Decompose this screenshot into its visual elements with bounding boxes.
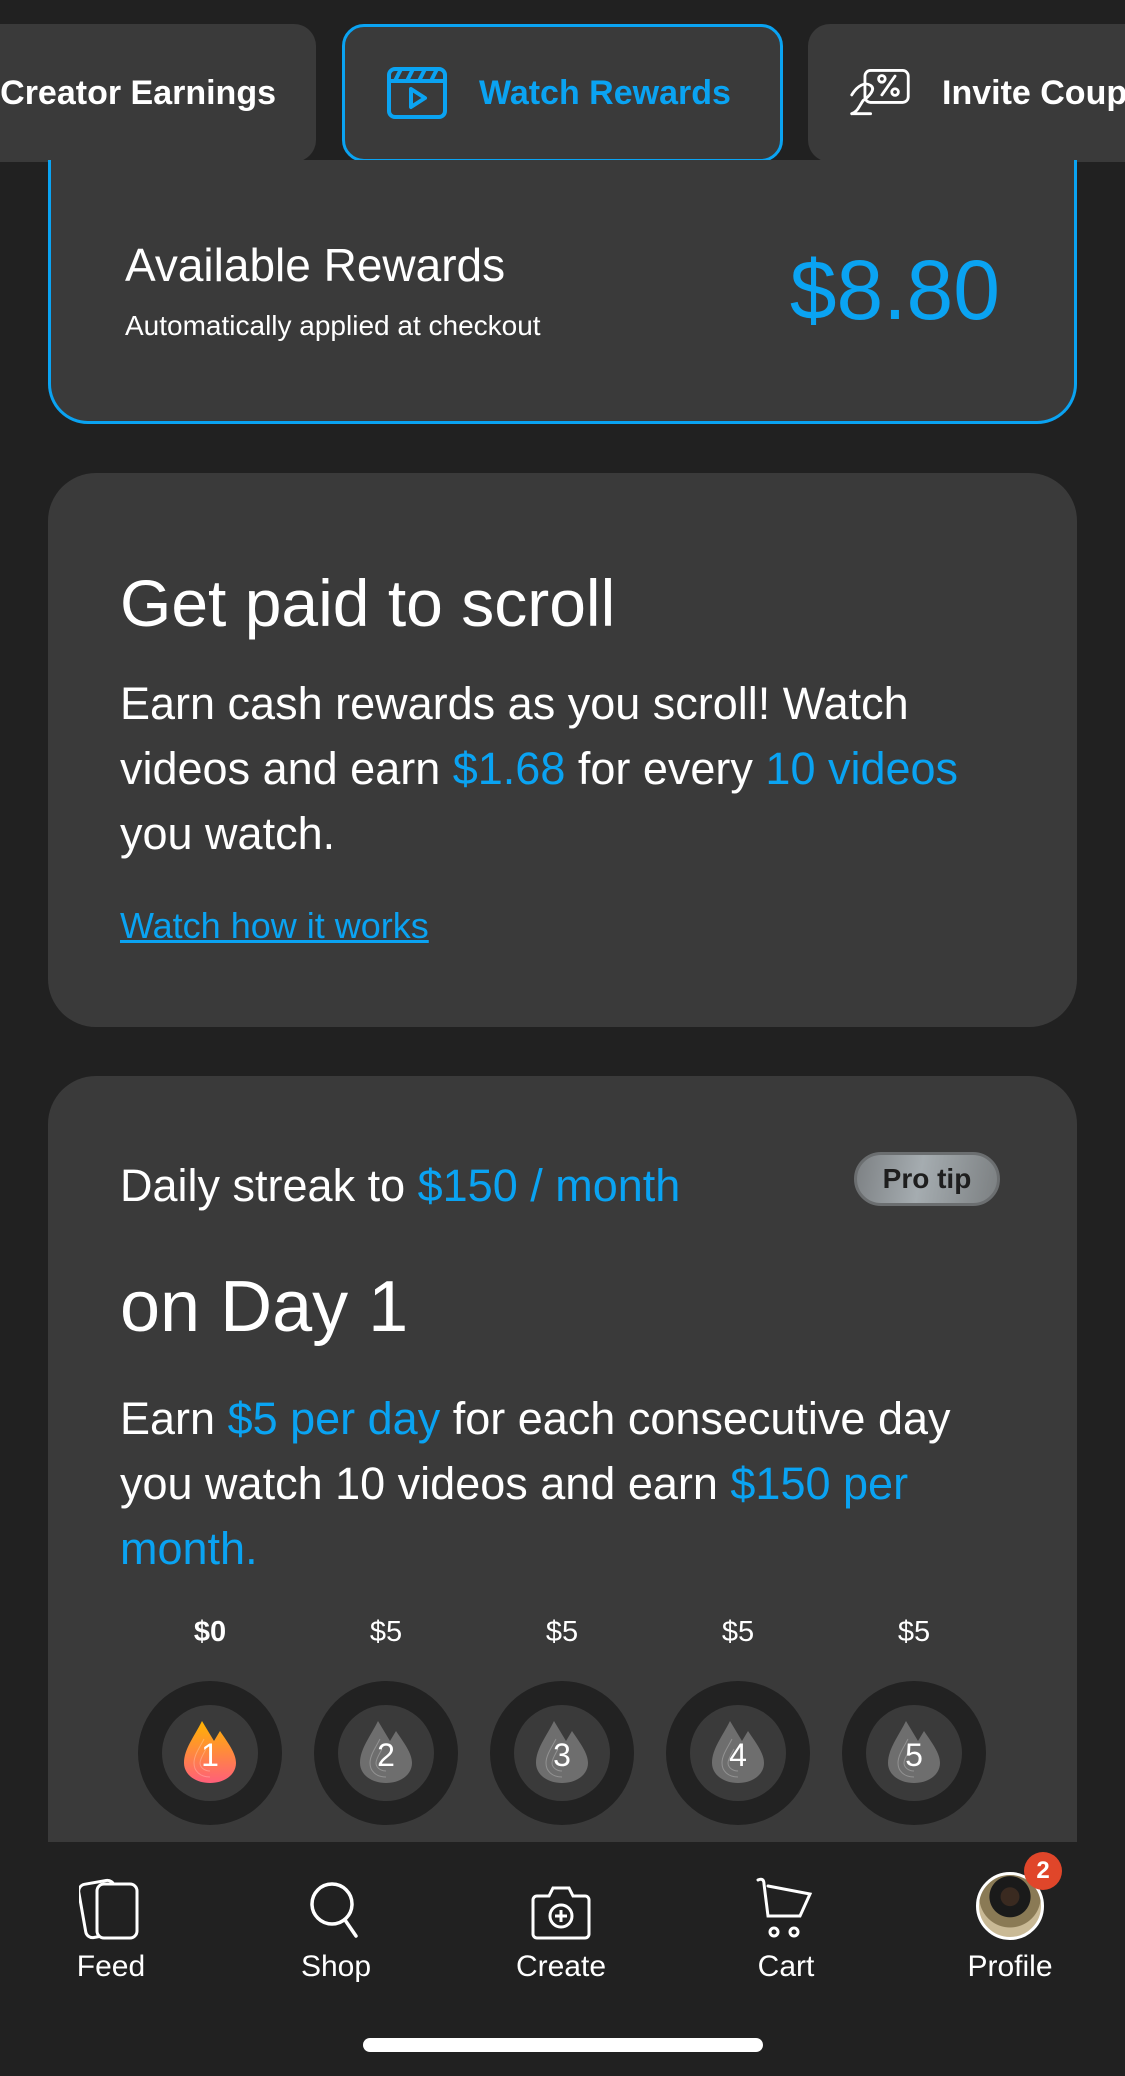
coupon-hand-icon	[848, 65, 912, 121]
daily-streak-description: Earn $5 per day for each consecutive day…	[120, 1386, 1020, 1581]
streak-day-ring: 5	[842, 1681, 986, 1825]
streak-day-number: 5	[905, 1736, 923, 1773]
rewards-tabs: Creator Earnings Watch Rewards Invite Co…	[0, 24, 1125, 162]
streak-day-amount: $5	[545, 1616, 579, 1648]
nav-label: Create	[515, 1950, 607, 1983]
nav-label: Feed	[76, 1950, 146, 1983]
streak-day-number: 4	[729, 1736, 747, 1773]
nav-cart[interactable]: Cart	[706, 1868, 866, 1984]
streak-day-number: 2	[377, 1736, 395, 1773]
nav-create[interactable]: Create	[481, 1868, 641, 1984]
nav-feed[interactable]: Feed	[31, 1868, 191, 1984]
streak-day-inner: 1	[162, 1705, 258, 1801]
streak-day-ring: 3	[490, 1681, 634, 1825]
get-paid-title: Get paid to scroll	[120, 566, 616, 640]
nav-label: Cart	[757, 1950, 815, 1983]
streak-day-number: 1	[201, 1736, 219, 1773]
tab-label: Creator Earnings	[0, 73, 276, 112]
nav-profile[interactable]: Profile	[930, 1868, 1090, 1984]
search-icon	[256, 1868, 416, 1940]
video-count: 10 videos	[765, 743, 959, 794]
tab-label: Invite Coupons	[942, 73, 1125, 112]
feed-cards-icon	[31, 1868, 191, 1940]
streak-day-inner: 5	[866, 1705, 962, 1801]
streak-day-number: 3	[553, 1736, 571, 1773]
pro-tip-button[interactable]: Pro tip	[854, 1152, 1000, 1206]
streak-day-amount: $5	[897, 1616, 931, 1648]
available-rewards-subtitle: Automatically applied at checkout	[125, 310, 541, 341]
tab-label: Watch Rewards	[479, 73, 731, 112]
streak-tracker: $0 1 $5 2 $5 3 $5 4 $5 5	[138, 1616, 1018, 1825]
streak-day-2: $5 2	[314, 1616, 458, 1825]
nav-label: Shop	[300, 1950, 372, 1983]
get-paid-card: Get paid to scroll Earn cash rewards as …	[48, 473, 1077, 1027]
text: Earn	[120, 1393, 228, 1444]
notification-badge: 2	[1024, 1852, 1062, 1890]
streak-day-ring: 4	[666, 1681, 810, 1825]
nav-label: Profile	[967, 1950, 1053, 1983]
streak-day-inner: 3	[514, 1705, 610, 1801]
daily-streak-heading: Daily streak to $150 / month	[120, 1160, 680, 1212]
streak-day-ring: 1	[138, 1681, 282, 1825]
streak-day-5: $5 5	[842, 1616, 986, 1825]
streak-day-inner: 4	[690, 1705, 786, 1801]
streak-day-3: $5 3	[490, 1616, 634, 1825]
cart-icon	[706, 1868, 866, 1940]
streak-day-amount: $0	[193, 1616, 227, 1648]
streak-day-4: $5 4	[666, 1616, 810, 1825]
per-day-amount: $5 per day	[227, 1393, 441, 1444]
avatar-wrap	[930, 1868, 1090, 1940]
current-day-label: on Day 1	[120, 1267, 409, 1347]
text: Daily streak to	[120, 1160, 418, 1211]
reward-amount: $1.68	[452, 743, 566, 794]
available-rewards-card: Available Rewards Automatically applied …	[48, 160, 1077, 424]
text: you watch.	[120, 808, 336, 859]
daily-streak-card: Daily streak to $150 / month Pro tip on …	[48, 1076, 1077, 1856]
streak-day-amount: $5	[369, 1616, 403, 1648]
get-paid-description: Earn cash rewards as you scroll! Watch v…	[120, 671, 1010, 866]
tab-watch-rewards[interactable]: Watch Rewards	[342, 24, 783, 162]
nav-shop[interactable]: Shop	[256, 1868, 416, 1984]
home-indicator	[363, 2038, 763, 2052]
streak-day-inner: 2	[338, 1705, 434, 1801]
monthly-amount: $150 / month	[417, 1160, 681, 1211]
streak-day-ring: 2	[314, 1681, 458, 1825]
camera-plus-icon	[481, 1868, 641, 1940]
watch-how-it-works-link[interactable]: Watch how it works	[120, 905, 429, 947]
clapperboard-icon	[385, 65, 449, 121]
tab-invite-coupons[interactable]: Invite Coupons	[808, 24, 1125, 162]
text: for every	[565, 743, 766, 794]
tab-creator-earnings[interactable]: Creator Earnings	[0, 24, 316, 162]
streak-day-amount: $5	[721, 1616, 755, 1648]
streak-day-1: $0 1	[138, 1616, 282, 1825]
available-rewards-amount: $8.80	[789, 243, 1000, 337]
available-rewards-title: Available Rewards	[125, 239, 506, 291]
